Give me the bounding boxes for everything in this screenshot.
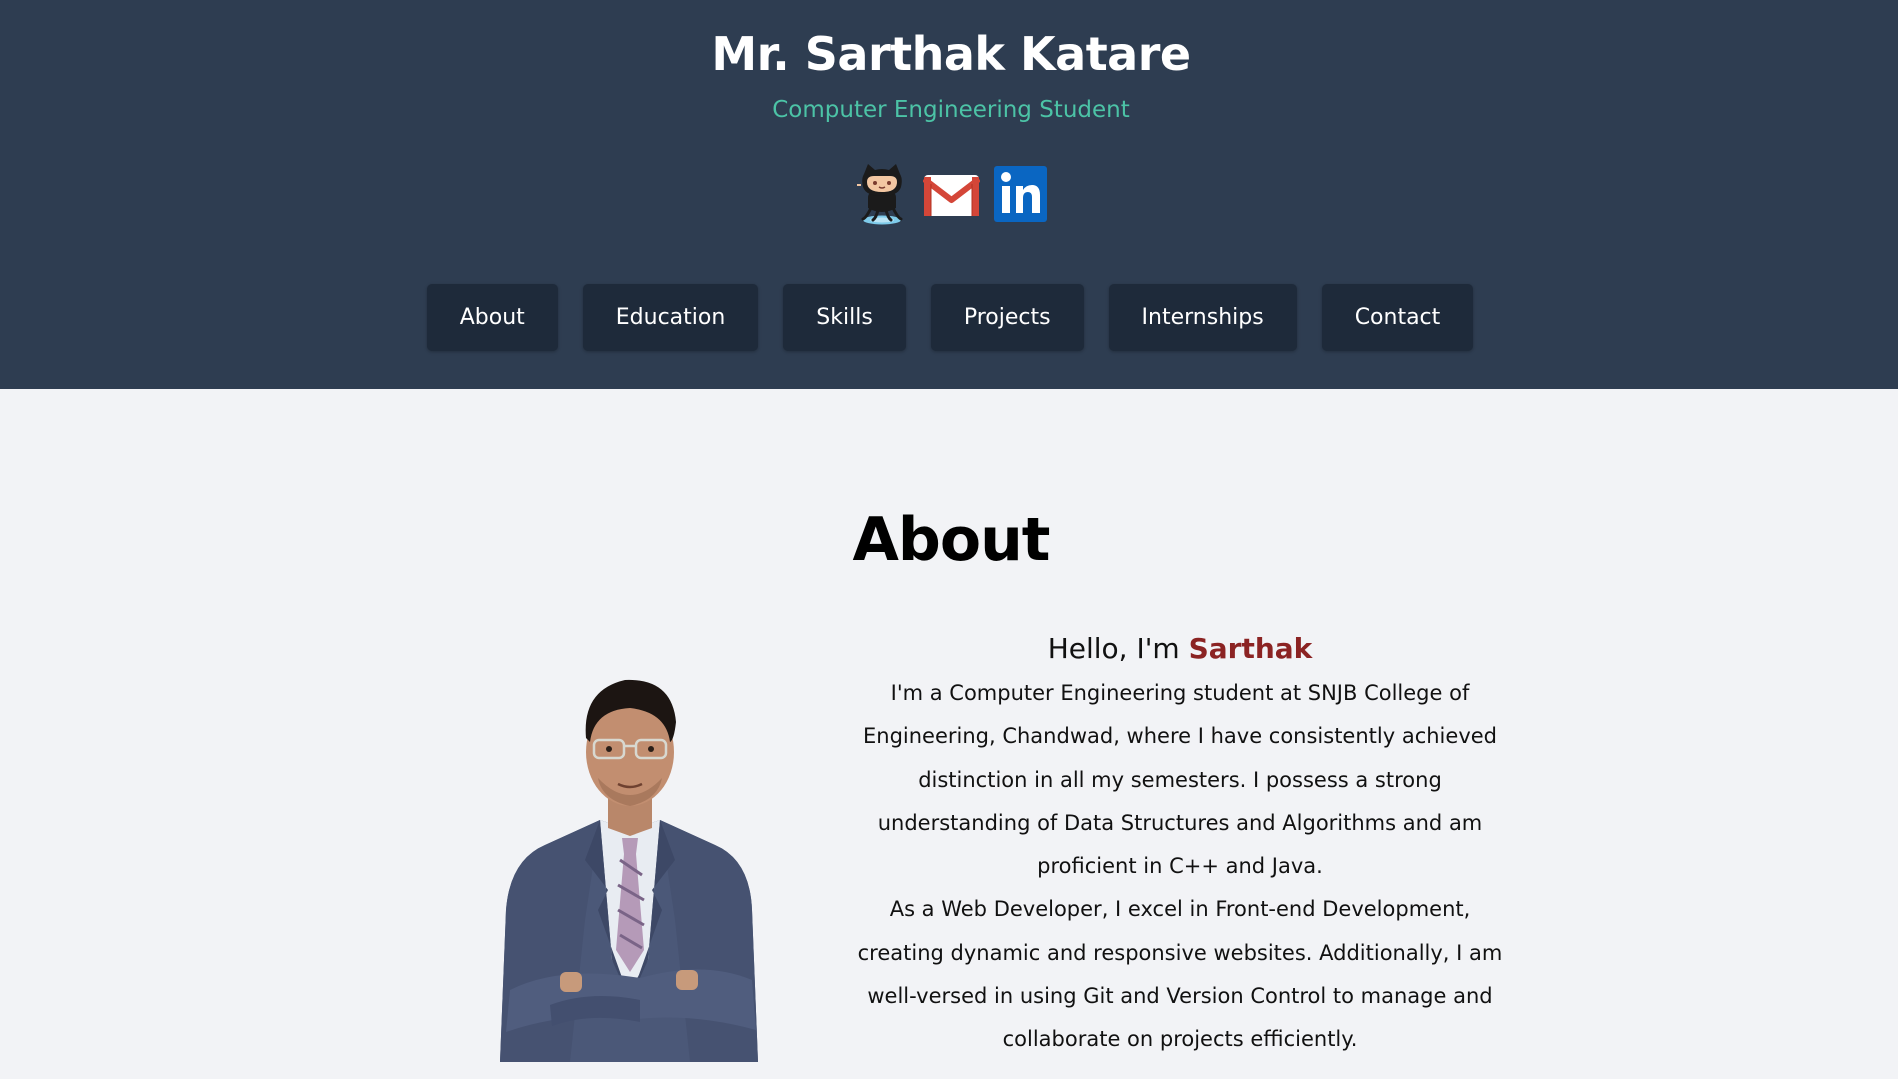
greeting-prefix: Hello, I'm — [1047, 632, 1189, 665]
site-header: Mr. Sarthak Katare Computer Engineering … — [0, 0, 1898, 389]
site-title: Mr. Sarthak Katare — [711, 27, 1191, 81]
about-text: Hello, I'm Sarthak I'm a Computer Engine… — [855, 626, 1505, 1062]
github-link[interactable] — [854, 162, 911, 225]
gmail-icon — [921, 175, 981, 216]
social-links — [0, 162, 1898, 226]
nav-projects-button[interactable]: Projects — [930, 284, 1084, 351]
about-paragraph-1: I'm a Computer Engineering student at SN… — [862, 681, 1497, 879]
nav-about-button[interactable]: About — [426, 284, 558, 351]
site-subtitle: Computer Engineering Student — [772, 97, 1130, 123]
main-nav: About Education Skills Projects Internsh… — [0, 284, 1898, 351]
about-paragraph-2: As a Web Developer, I excel in Front-end… — [857, 897, 1503, 1052]
greeting: Hello, I'm Sarthak — [855, 626, 1505, 672]
nav-skills-button[interactable]: Skills — [783, 284, 906, 351]
gmail-link[interactable] — [921, 162, 981, 222]
github-octocat-icon — [856, 164, 902, 225]
linkedin-icon — [993, 166, 1047, 222]
linkedin-link[interactable] — [992, 162, 1049, 222]
profile-photo — [490, 660, 770, 1062]
nav-internships-button[interactable]: Internships — [1108, 284, 1297, 351]
nav-education-button[interactable]: Education — [582, 284, 759, 351]
greeting-name: Sarthak — [1188, 632, 1313, 665]
about-heading: About — [852, 505, 1050, 575]
nav-contact-button[interactable]: Contact — [1321, 284, 1474, 351]
